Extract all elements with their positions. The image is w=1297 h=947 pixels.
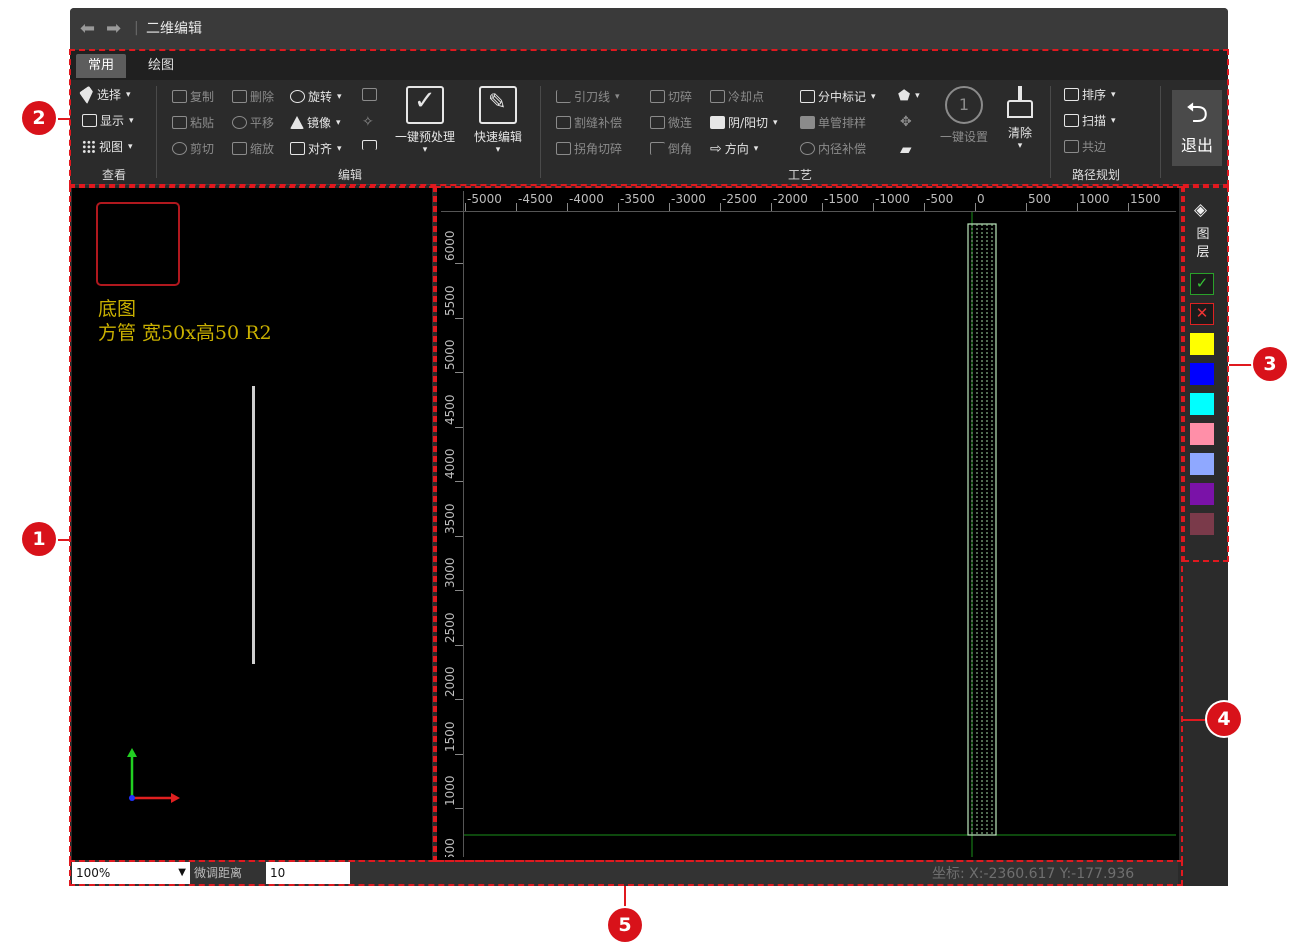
- undo-icon[interactable]: ⬅: [80, 8, 95, 50]
- redo-icon[interactable]: ➡: [106, 8, 121, 50]
- annotation-badge-1: 1: [22, 522, 56, 556]
- annotation-region-5: [69, 860, 1183, 886]
- annotation-leader-2: [58, 118, 70, 120]
- title-bar: ⬅ ➡ | 二维编辑: [70, 8, 1228, 50]
- annotation-region-4: [435, 186, 1183, 862]
- annotation-badge-2: 2: [22, 101, 56, 135]
- annotation-region-1: [69, 186, 435, 862]
- annotation-region-2: [69, 49, 1229, 186]
- annotation-leader-5: [624, 886, 626, 908]
- annotation-badge-5: 5: [608, 908, 642, 942]
- window-title: 二维编辑: [146, 21, 202, 37]
- annotation-region-3: [1183, 186, 1229, 562]
- annotation-badge-3: 3: [1253, 347, 1287, 381]
- annotation-leader-4: [1183, 719, 1207, 721]
- annotation-badge-4: 4: [1207, 702, 1241, 736]
- annotation-leader-1: [58, 539, 70, 541]
- annotation-leader-3: [1229, 364, 1253, 366]
- title-divider: |: [134, 20, 139, 36]
